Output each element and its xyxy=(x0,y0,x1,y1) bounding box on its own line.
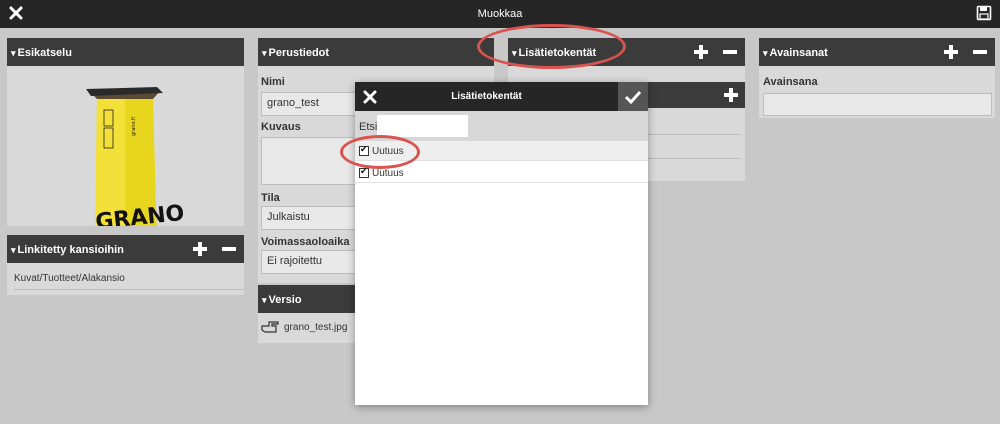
confirm-button[interactable] xyxy=(618,82,648,111)
keywords-header-label: Avainsanat xyxy=(763,47,828,59)
linked-folders-header-label: Linkitetty kansioihin xyxy=(11,244,124,256)
top-bar: Muokkaa xyxy=(0,0,1000,28)
name-label: Nimi xyxy=(261,76,285,88)
preview-panel: Esikatselu grano.fi GRANO xyxy=(7,38,244,226)
checkmark-icon xyxy=(625,90,641,104)
add-extra-field-button[interactable] xyxy=(694,45,708,59)
divider xyxy=(14,289,244,290)
search-input[interactable] xyxy=(377,115,468,137)
remove-folder-button[interactable] xyxy=(222,242,236,256)
add-value-button[interactable] xyxy=(724,88,738,102)
linked-folders-header[interactable]: Linkitetty kansioihin xyxy=(7,235,244,263)
list-item-label: Uutuus xyxy=(372,168,404,179)
search-label: Etsi xyxy=(359,121,378,133)
keyword-field[interactable] xyxy=(763,93,992,116)
keywords-panel: Avainsanat Avainsana xyxy=(759,38,995,118)
product-brand-small: grano.fi xyxy=(131,117,137,136)
folder-link[interactable]: Kuvat/Tuotteet/Alakansio xyxy=(14,273,125,284)
checkbox[interactable] xyxy=(359,166,369,178)
modal-header: Lisätietokentät xyxy=(355,82,648,111)
keyword-label: Avainsana xyxy=(763,76,818,88)
validity-label: Voimassaoloaika xyxy=(261,236,350,248)
remove-extra-field-button[interactable] xyxy=(723,45,737,59)
status-label: Tila xyxy=(261,192,280,204)
product-image: grano.fi GRANO xyxy=(86,87,185,226)
preview-header-label: Esikatselu xyxy=(11,47,72,59)
annotation-ring xyxy=(477,24,626,69)
version-file[interactable]: grano_test.jpg xyxy=(284,322,347,333)
preview-header[interactable]: Esikatselu xyxy=(7,38,244,66)
annotation-ring xyxy=(340,135,420,169)
add-folder-button[interactable] xyxy=(193,242,207,256)
keywords-header[interactable]: Avainsanat xyxy=(759,38,995,66)
page-title: Muokkaa xyxy=(477,8,523,20)
basic-info-header-label: Perustiedot xyxy=(262,47,330,59)
pointing-hand-icon xyxy=(261,321,279,333)
linked-folders-panel: Linkitetty kansioihin Kuvat/Tuotteet/Ala… xyxy=(7,235,244,295)
description-label: Kuvaus xyxy=(261,121,301,133)
version-header-label: Versio xyxy=(262,294,302,306)
remove-keyword-button[interactable] xyxy=(973,45,987,59)
add-keyword-button[interactable] xyxy=(944,45,958,59)
extra-fields-modal: Lisätietokentät Etsi Uutuus Uutuus xyxy=(355,82,648,405)
save-icon[interactable] xyxy=(976,5,992,21)
modal-title: Lisätietokentät xyxy=(451,91,522,102)
basic-info-header[interactable]: Perustiedot xyxy=(258,38,494,66)
